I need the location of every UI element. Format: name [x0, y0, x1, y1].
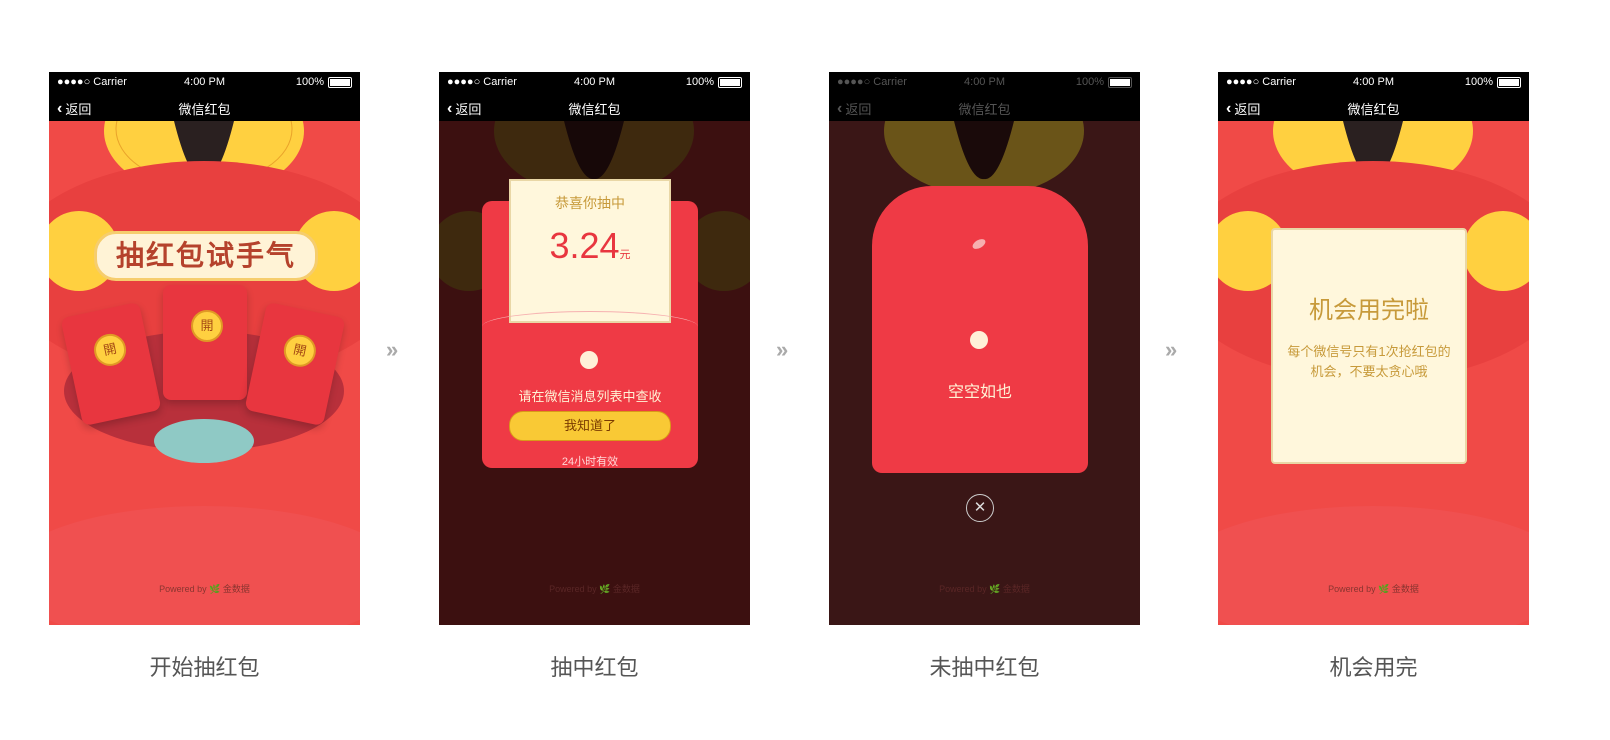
- check-message-note: 请在微信消息列表中查收: [518, 389, 662, 404]
- got-it-button[interactable]: 我知道了: [509, 411, 671, 441]
- status-bar: ●●●●○ Carrier 4:00 PM 100%: [439, 72, 750, 92]
- banner-title: 抽红包试手气: [94, 231, 318, 281]
- powered-by: Powered by 🌿 金数据: [159, 584, 250, 594]
- battery-icon: [1497, 76, 1521, 88]
- seal-icon: [580, 351, 598, 369]
- screen-used: ●●●●○ Carrier 4:00 PM 100% ‹ 返回 微信红包 机会用完…: [1218, 72, 1529, 625]
- notice-card: 机会用完啦 每个微信号只有1次抢红包的机会，不要太贪心哦: [1271, 228, 1467, 464]
- arrow-1: »: [386, 337, 399, 362]
- screen-win: ●●●●○ Carrier 4:00 PM 100% ‹ 返回 微信红包 恭喜你抽…: [439, 72, 750, 625]
- powered-by: Powered by 🌿 金数据: [1328, 584, 1419, 594]
- winning-envelope: 恭喜你抽中 3.24元 请在微信消息列表中查收 我知道了 24小时有效: [482, 179, 698, 468]
- battery-percent: 100%: [295, 76, 324, 88]
- notice-title: 机会用完啦: [1309, 297, 1429, 324]
- battery-percent: 100%: [685, 76, 714, 88]
- valid-note: 24小时有效: [561, 456, 619, 468]
- open-seal-right: 開: [280, 331, 319, 370]
- seal-icon: [970, 331, 988, 349]
- prize-amount: 3.24元: [511, 225, 669, 267]
- leaf-icon: [970, 237, 988, 251]
- caption-lose: 未抽中红包: [929, 656, 1040, 681]
- battery-icon: [718, 76, 742, 88]
- nav-bar: ‹ 返回 微信红包: [1218, 92, 1529, 121]
- start-content: 抽红包试手气 開 開 開 Powered by 🌿 金数据: [49, 121, 360, 625]
- screen-lose: ●●●●○ Carrier 4:00 PM 100% ‹ 返回 微信红包 空空如也…: [829, 72, 1140, 625]
- empty-envelope: 空空如也: [872, 186, 1088, 473]
- caption-used: 机会用完: [1329, 656, 1418, 681]
- amount-unit: 元: [619, 249, 631, 261]
- nav-title: 微信红包: [958, 102, 1011, 117]
- prize-card: 恭喜你抽中 3.24元: [509, 179, 671, 323]
- battery-indicator: 100%: [686, 76, 742, 88]
- envelope-flap: [482, 311, 698, 342]
- status-bar: ●●●●○ Carrier 4:00 PM 100%: [49, 72, 360, 92]
- nav-title: 微信红包: [1347, 102, 1400, 117]
- powered-by: Powered by 🌿 金数据: [939, 584, 1030, 594]
- arrow-2: »: [776, 337, 789, 362]
- caption-win: 抽中红包: [550, 656, 639, 681]
- notice-desc: 每个微信号只有1次抢红包的机会，不要太贪心哦: [1287, 344, 1451, 379]
- battery-percent: 100%: [1075, 76, 1104, 88]
- congrats-label: 恭喜你抽中: [555, 195, 625, 211]
- nav-title: 微信红包: [568, 102, 621, 117]
- battery-indicator: 100%: [1076, 76, 1132, 88]
- win-content: 恭喜你抽中 3.24元 请在微信消息列表中查收 我知道了 24小时有效 Powe…: [439, 121, 750, 625]
- battery-indicator: 100%: [1465, 76, 1521, 88]
- empty-text: 空空如也: [947, 384, 1012, 401]
- battery-indicator: 100%: [296, 76, 352, 88]
- status-bar: ●●●●○ Carrier 4:00 PM 100%: [1218, 72, 1529, 92]
- nav-bar: ‹ 返回 微信红包: [829, 92, 1140, 121]
- used-content: 机会用完啦 每个微信号只有1次抢红包的机会，不要太贪心哦 Powered by …: [1218, 121, 1529, 625]
- caption-start: 开始抽红包: [149, 656, 260, 681]
- amount-value: 3.24: [549, 225, 620, 266]
- red-envelope-middle[interactable]: 開: [163, 285, 247, 400]
- screen-start: ●●●●○ Carrier 4:00 PM 100% ‹ 返回 微信红包 抽红包试…: [49, 72, 360, 625]
- close-button[interactable]: ✕: [966, 494, 994, 522]
- open-seal-left: 開: [91, 330, 130, 369]
- battery-icon: [1108, 76, 1132, 88]
- powered-by: Powered by 🌿 金数据: [549, 584, 640, 594]
- nav-bar: ‹ 返回 微信红包: [439, 92, 750, 121]
- nav-bar: ‹ 返回 微信红包: [49, 92, 360, 121]
- lose-content: 空空如也 ✕ Powered by 🌿 金数据: [829, 121, 1140, 625]
- battery-icon: [328, 76, 352, 88]
- open-seal-middle: 開: [191, 310, 223, 342]
- nav-title: 微信红包: [178, 102, 231, 117]
- status-bar: ●●●●○ Carrier 4:00 PM 100%: [829, 72, 1140, 92]
- arrow-3: »: [1165, 337, 1178, 362]
- battery-percent: 100%: [1464, 76, 1493, 88]
